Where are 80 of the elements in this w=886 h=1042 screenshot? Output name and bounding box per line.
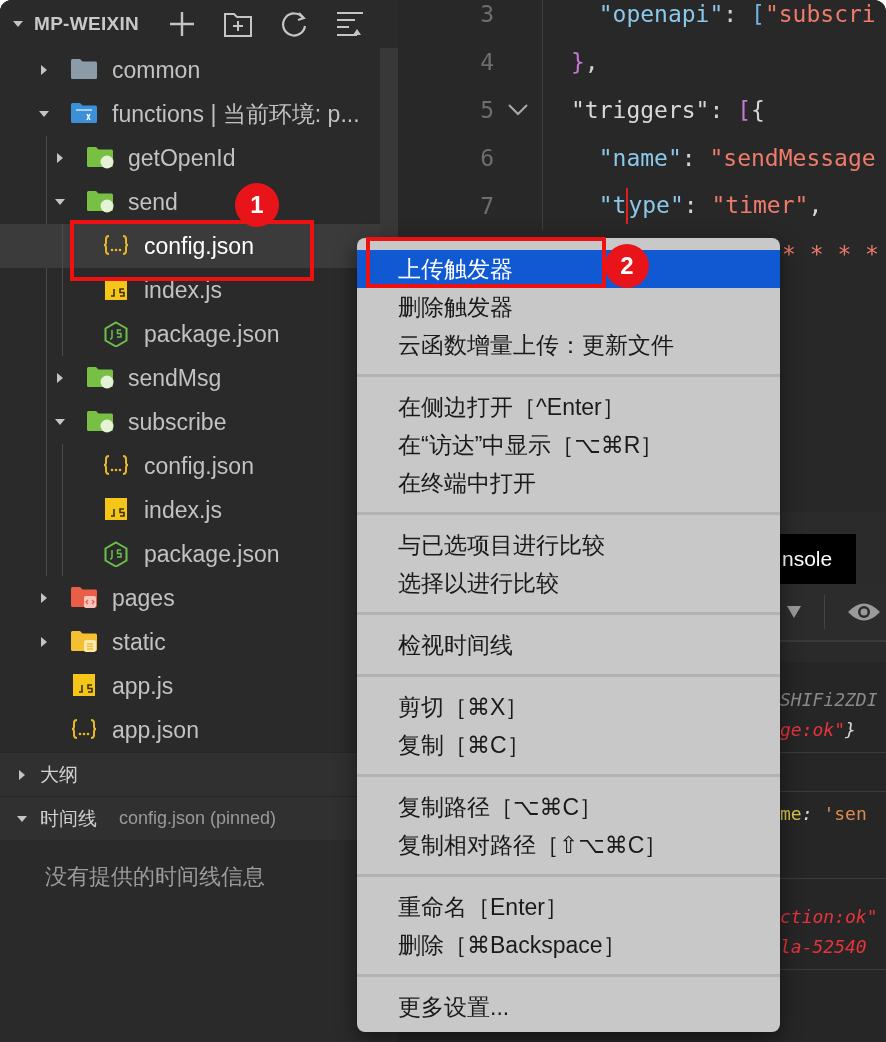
line-number: 3: [479, 1, 494, 27]
file-name: package.json: [144, 540, 280, 568]
console-line: ge:ok"}: [780, 717, 857, 742]
fold-chevron-icon[interactable]: [507, 103, 529, 117]
tree-item[interactable]: functions | 当前环境: p...: [0, 92, 368, 136]
cloud-folder-icon: [86, 365, 114, 391]
menu-item[interactable]: 删除触发器: [357, 288, 780, 326]
tree-item[interactable]: config.json: [0, 444, 262, 488]
menu-item[interactable]: 与已选项目进行比较: [357, 526, 780, 564]
section-title: 时间线: [40, 806, 97, 831]
file-name: config.json: [144, 452, 254, 480]
tree-item[interactable]: static: [0, 620, 174, 664]
tree-item[interactable]: common: [0, 48, 209, 92]
tree-item[interactable]: pages: [0, 576, 183, 620]
asset-folder-icon: [70, 629, 98, 655]
console-line: la-52540: [780, 934, 868, 959]
file-name: index.js: [144, 496, 222, 524]
code-folder-icon: [70, 585, 98, 611]
file-name: pages: [112, 584, 175, 612]
file-name: static: [112, 628, 166, 656]
code-line: "name": "sendMessage: [597, 145, 876, 171]
file-name: config.json: [144, 232, 254, 260]
menu-item[interactable]: 重命名［Enter］: [357, 888, 780, 926]
line-number: 4: [479, 49, 494, 75]
file-name: functions | 当前环境: p...: [112, 99, 360, 129]
file-name: send: [128, 188, 178, 216]
line-number: 6: [479, 145, 494, 171]
line-number: 5: [479, 97, 494, 123]
code-line: },: [571, 49, 599, 75]
file-name: common: [112, 56, 201, 84]
menu-item[interactable]: 更多设置...: [357, 988, 780, 1026]
tree-item[interactable]: app.js: [0, 664, 182, 708]
hexagon-file-icon: [102, 541, 130, 567]
code-line: * * * *: [782, 241, 879, 267]
file-name: subscribe: [128, 408, 227, 436]
file-name: package.json: [144, 320, 280, 348]
code-line: "openapi": ["subscri: [597, 1, 876, 27]
console-line: ction:ok": [780, 904, 879, 929]
file-name: getOpenId: [128, 144, 236, 172]
file-name: sendMsg: [128, 364, 222, 392]
dropdown-caret-icon[interactable]: [786, 605, 802, 619]
eye-icon[interactable]: [847, 601, 881, 623]
cloud-folder-icon: [86, 189, 114, 215]
tree-item[interactable]: index.js: [0, 268, 230, 312]
menu-item[interactable]: 在“访达”中显示［⌥⌘R］: [357, 426, 780, 464]
menu-item[interactable]: 在侧边打开［^Enter］: [357, 388, 780, 426]
code-line: "t ype": "timer",: [571, 188, 823, 224]
file-name: index.js: [144, 276, 222, 304]
project-title: MP-WEIXIN: [34, 13, 140, 35]
collapse-all-icon[interactable]: [335, 9, 366, 39]
menu-item[interactable]: 删除［⌘Backspace］: [357, 926, 780, 964]
menu-item[interactable]: 在终端中打开: [357, 464, 780, 502]
tree-item[interactable]: package.json: [0, 532, 288, 576]
tree-item[interactable]: subscribe: [0, 400, 235, 444]
js-file-icon: [102, 497, 130, 523]
tree-item[interactable]: package.json: [0, 312, 288, 356]
cloud-folder-icon: [86, 145, 114, 171]
section-title: 大纲: [40, 762, 78, 787]
tree-item[interactable]: app.json: [0, 708, 207, 752]
console-line: SHIFi2ZDI: [780, 687, 879, 712]
tree-item[interactable]: config.json: [0, 224, 380, 268]
panel-tab[interactable]: nsole: [780, 534, 857, 584]
hexagon-file-icon: [102, 321, 130, 347]
menu-item[interactable]: 云函数增量上传：更新文件: [357, 326, 780, 364]
tree-item[interactable]: index.js: [0, 488, 230, 532]
tree-item[interactable]: getOpenId: [0, 136, 244, 180]
tree-item[interactable]: sendMsg: [0, 356, 230, 400]
file-name: app.js: [112, 672, 174, 700]
js-file-icon: [70, 673, 98, 699]
menu-item[interactable]: 剪切［⌘X］: [357, 688, 780, 726]
menu-item[interactable]: 检视时间线: [357, 626, 780, 664]
line-number: 7: [479, 193, 494, 219]
empty-message: 没有提供的时间线信息: [44, 863, 266, 891]
tree-item[interactable]: send: [0, 180, 186, 224]
code-line: "triggers": [{: [571, 97, 765, 123]
menu-item[interactable]: 选择以进行比较: [357, 564, 780, 602]
cloud-folder-icon: [86, 409, 114, 435]
section-detail: config.json (pinned): [119, 808, 277, 829]
console-line: me: 'sen: [780, 801, 868, 826]
file-name: app.json: [112, 716, 199, 744]
